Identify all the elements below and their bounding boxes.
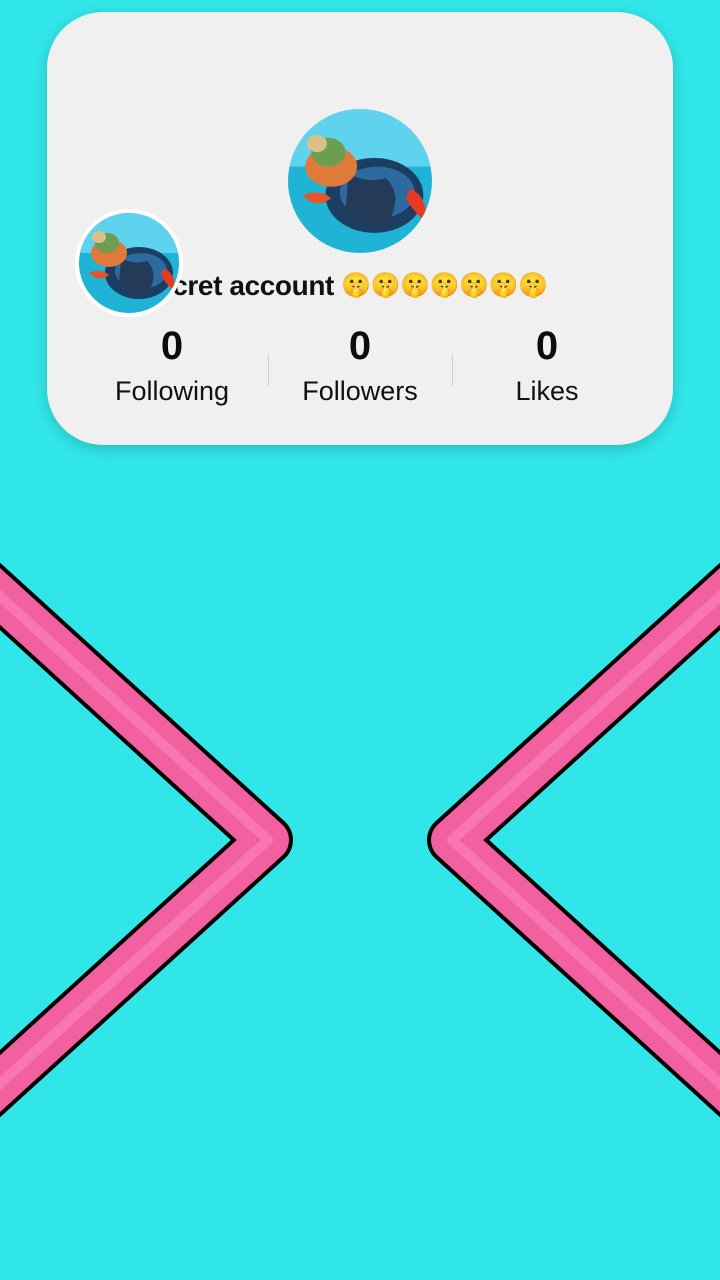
following-count: 0 [160, 324, 184, 368]
secondary-avatar[interactable] [75, 209, 183, 317]
left-chevron-shape [427, 562, 720, 1118]
followers-count: 0 [348, 324, 372, 368]
screen: { "profile": { "username": "cret account… [0, 0, 720, 1280]
stat-followers[interactable]: 0 Followers [260, 324, 460, 407]
sea-turtle-icon [79, 213, 179, 313]
sea-turtle-icon [288, 109, 432, 253]
right-chevron-shape [0, 562, 293, 1118]
followers-label: Followers [302, 376, 418, 406]
username-text: cret account [172, 270, 334, 301]
profile-card: cret account 🤫🤫🤫🤫🤫🤫🤫 0 Following 0 Follo… [47, 12, 673, 445]
following-label: Following [114, 376, 230, 406]
shushing-emoji-row: 🤫🤫🤫🤫🤫🤫🤫 [341, 272, 548, 299]
stat-following[interactable]: 0 Following [72, 324, 272, 407]
likes-count: 0 [535, 324, 559, 368]
stat-likes[interactable]: 0 Likes [447, 324, 647, 407]
likes-label: Likes [515, 376, 579, 406]
profile-avatar[interactable] [288, 109, 432, 253]
